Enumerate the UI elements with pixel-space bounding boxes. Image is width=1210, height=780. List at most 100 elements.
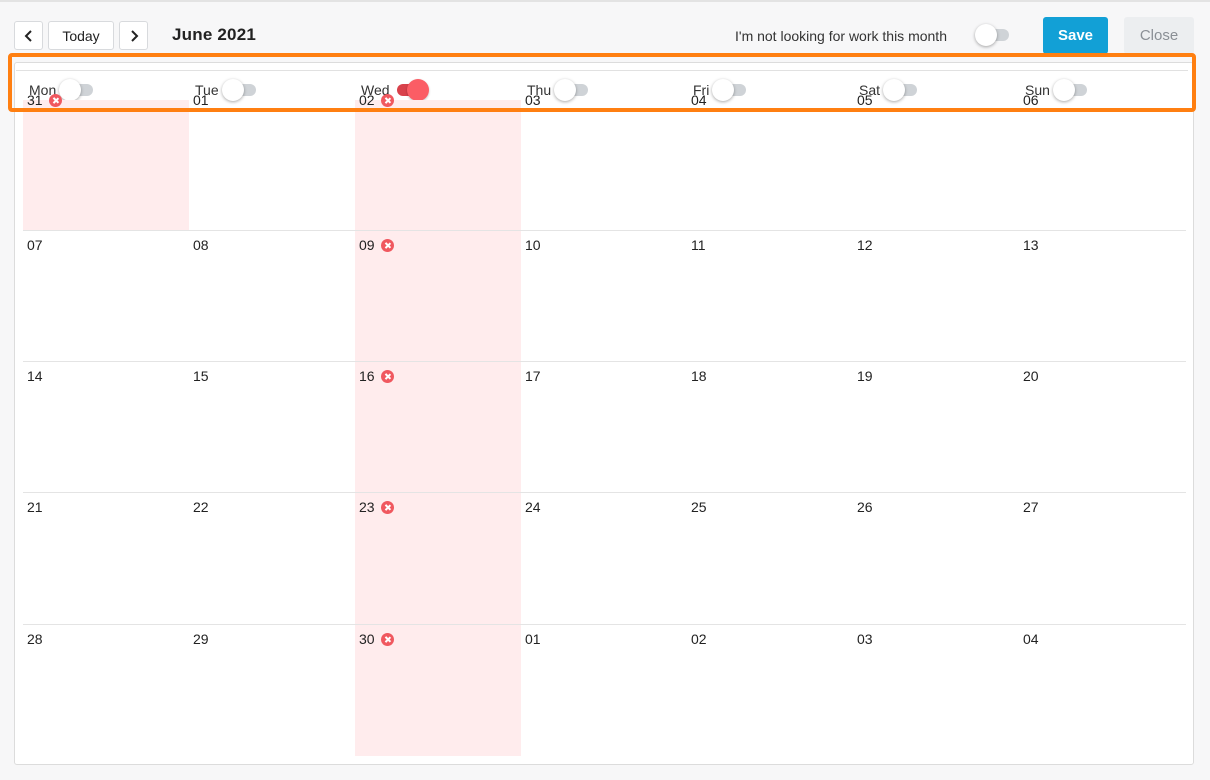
next-month-button[interactable] — [119, 21, 148, 50]
day-number: 04 — [1023, 631, 1039, 647]
day-number-wrap: 17 — [525, 368, 541, 384]
calendar-day-cell[interactable]: 26 — [853, 493, 1019, 625]
calendar-day-cell[interactable]: 03 — [853, 625, 1019, 756]
day-number: 27 — [1023, 499, 1039, 515]
chevron-left-icon — [24, 29, 32, 42]
day-number-wrap: 14 — [27, 368, 43, 384]
calendar-day-cell[interactable]: 04 — [687, 92, 853, 231]
calendar-day-cell[interactable]: 07 — [23, 231, 189, 362]
calendar-day-cell[interactable]: 31 — [23, 92, 189, 231]
calendar-day-cell[interactable]: 22 — [189, 493, 355, 625]
calendar-day-cell[interactable]: 17 — [521, 362, 687, 493]
calendar-day-cell[interactable]: 02 — [687, 625, 853, 756]
weekday-toggle-tue[interactable] — [221, 79, 258, 101]
weekday-toggle-thu[interactable] — [554, 79, 590, 101]
day-number-wrap: 07 — [27, 237, 43, 253]
day-number-wrap: 22 — [193, 499, 209, 515]
day-number: 21 — [27, 499, 43, 515]
calendar-day-cell[interactable]: 28 — [23, 625, 189, 756]
day-number: 12 — [857, 237, 873, 253]
weekday-toggle-wed[interactable] — [393, 79, 429, 101]
day-number-wrap: 25 — [691, 499, 707, 515]
unavailable-x-icon[interactable] — [380, 369, 394, 383]
chevron-right-icon — [130, 29, 138, 42]
calendar-day-cell[interactable]: 15 — [189, 362, 355, 493]
day-number: 18 — [691, 368, 707, 384]
day-number-wrap: 28 — [27, 631, 43, 647]
day-number: 06 — [1023, 92, 1039, 108]
day-number-wrap: 24 — [525, 499, 541, 515]
weekday-toggle-sat[interactable] — [883, 79, 919, 101]
calendar-day-cell[interactable]: 08 — [189, 231, 355, 362]
day-number: 20 — [1023, 368, 1039, 384]
toggle-knob — [883, 79, 906, 101]
previous-month-button[interactable] — [14, 21, 43, 50]
weekday-toggle-sun[interactable] — [1052, 79, 1089, 101]
calendar-day-cell[interactable]: 12 — [853, 231, 1019, 362]
today-button[interactable]: Today — [48, 21, 114, 50]
weekday-toggle-fri[interactable] — [712, 79, 748, 101]
day-number: 11 — [691, 237, 706, 253]
day-number-wrap: 26 — [857, 499, 873, 515]
not-looking-label: I'm not looking for work this month — [735, 28, 947, 44]
calendar-day-cell[interactable]: 20 — [1019, 362, 1186, 493]
calendar-day-cell[interactable]: 04 — [1019, 625, 1186, 756]
calendar-day-cell[interactable]: 23 — [355, 493, 521, 625]
calendar-day-cell[interactable]: 14 — [23, 362, 189, 493]
day-number-wrap: 12 — [857, 237, 873, 253]
day-number: 09 — [359, 237, 375, 253]
calendar-day-cell[interactable]: 11 — [687, 231, 853, 362]
calendar-day-cell[interactable]: 21 — [23, 493, 189, 625]
save-button[interactable]: Save — [1043, 17, 1108, 54]
unavailable-x-icon[interactable] — [380, 500, 394, 514]
day-number-wrap: 08 — [193, 237, 209, 253]
day-number: 22 — [193, 499, 209, 515]
calendar-day-cell[interactable]: 01 — [189, 92, 355, 231]
calendar-day-cell[interactable]: 03 — [521, 92, 687, 231]
calendar-day-cell[interactable]: 13 — [1019, 231, 1186, 362]
calendar-day-cell[interactable]: 19 — [853, 362, 1019, 493]
weekday-toggle-mon[interactable] — [59, 79, 95, 101]
day-number-wrap: 13 — [1023, 237, 1039, 253]
calendar-day-cell[interactable]: 05 — [853, 92, 1019, 231]
calendar-day-cell[interactable]: 24 — [521, 493, 687, 625]
day-number: 04 — [691, 92, 707, 108]
calendar-day-cell[interactable]: 06 — [1019, 92, 1186, 231]
toggle-knob — [221, 79, 244, 101]
day-number: 10 — [525, 237, 541, 253]
day-number: 23 — [359, 499, 375, 515]
day-number-wrap: 05 — [857, 92, 873, 108]
day-number: 29 — [193, 631, 209, 647]
calendar-day-cell[interactable]: 18 — [687, 362, 853, 493]
toggle-knob — [1052, 79, 1075, 101]
unavailable-x-icon[interactable] — [380, 238, 394, 252]
toggle-knob — [975, 24, 997, 46]
day-number-wrap: 06 — [1023, 92, 1039, 108]
day-number-wrap: 02 — [359, 92, 394, 108]
calendar-day-cell[interactable]: 02 — [355, 92, 521, 231]
not-looking-toggle[interactable] — [975, 24, 1011, 46]
day-number-wrap: 03 — [857, 631, 873, 647]
calendar-day-cell[interactable]: 25 — [687, 493, 853, 625]
close-button[interactable]: Close — [1124, 17, 1194, 54]
toggle-knob — [712, 79, 735, 101]
calendar-day-cell[interactable]: 30 — [355, 625, 521, 756]
unavailable-x-icon[interactable] — [48, 93, 62, 107]
day-number: 25 — [691, 499, 707, 515]
day-number: 26 — [857, 499, 873, 515]
calendar-day-cell[interactable]: 16 — [355, 362, 521, 493]
calendar-day-cell[interactable]: 10 — [521, 231, 687, 362]
unavailable-x-icon[interactable] — [380, 632, 394, 646]
calendar-day-cell[interactable]: 09 — [355, 231, 521, 362]
day-number-wrap: 27 — [1023, 499, 1039, 515]
unavailable-x-icon[interactable] — [380, 93, 394, 107]
day-number-wrap: 01 — [193, 92, 209, 108]
calendar-day-cell[interactable]: 27 — [1019, 493, 1186, 625]
day-number-wrap: 19 — [857, 368, 873, 384]
calendar-day-cell[interactable]: 29 — [189, 625, 355, 756]
day-number: 03 — [857, 631, 873, 647]
weekday-header-row — [16, 70, 1188, 102]
day-number: 01 — [193, 92, 209, 108]
calendar-day-cell[interactable]: 01 — [521, 625, 687, 756]
day-number: 30 — [359, 631, 375, 647]
